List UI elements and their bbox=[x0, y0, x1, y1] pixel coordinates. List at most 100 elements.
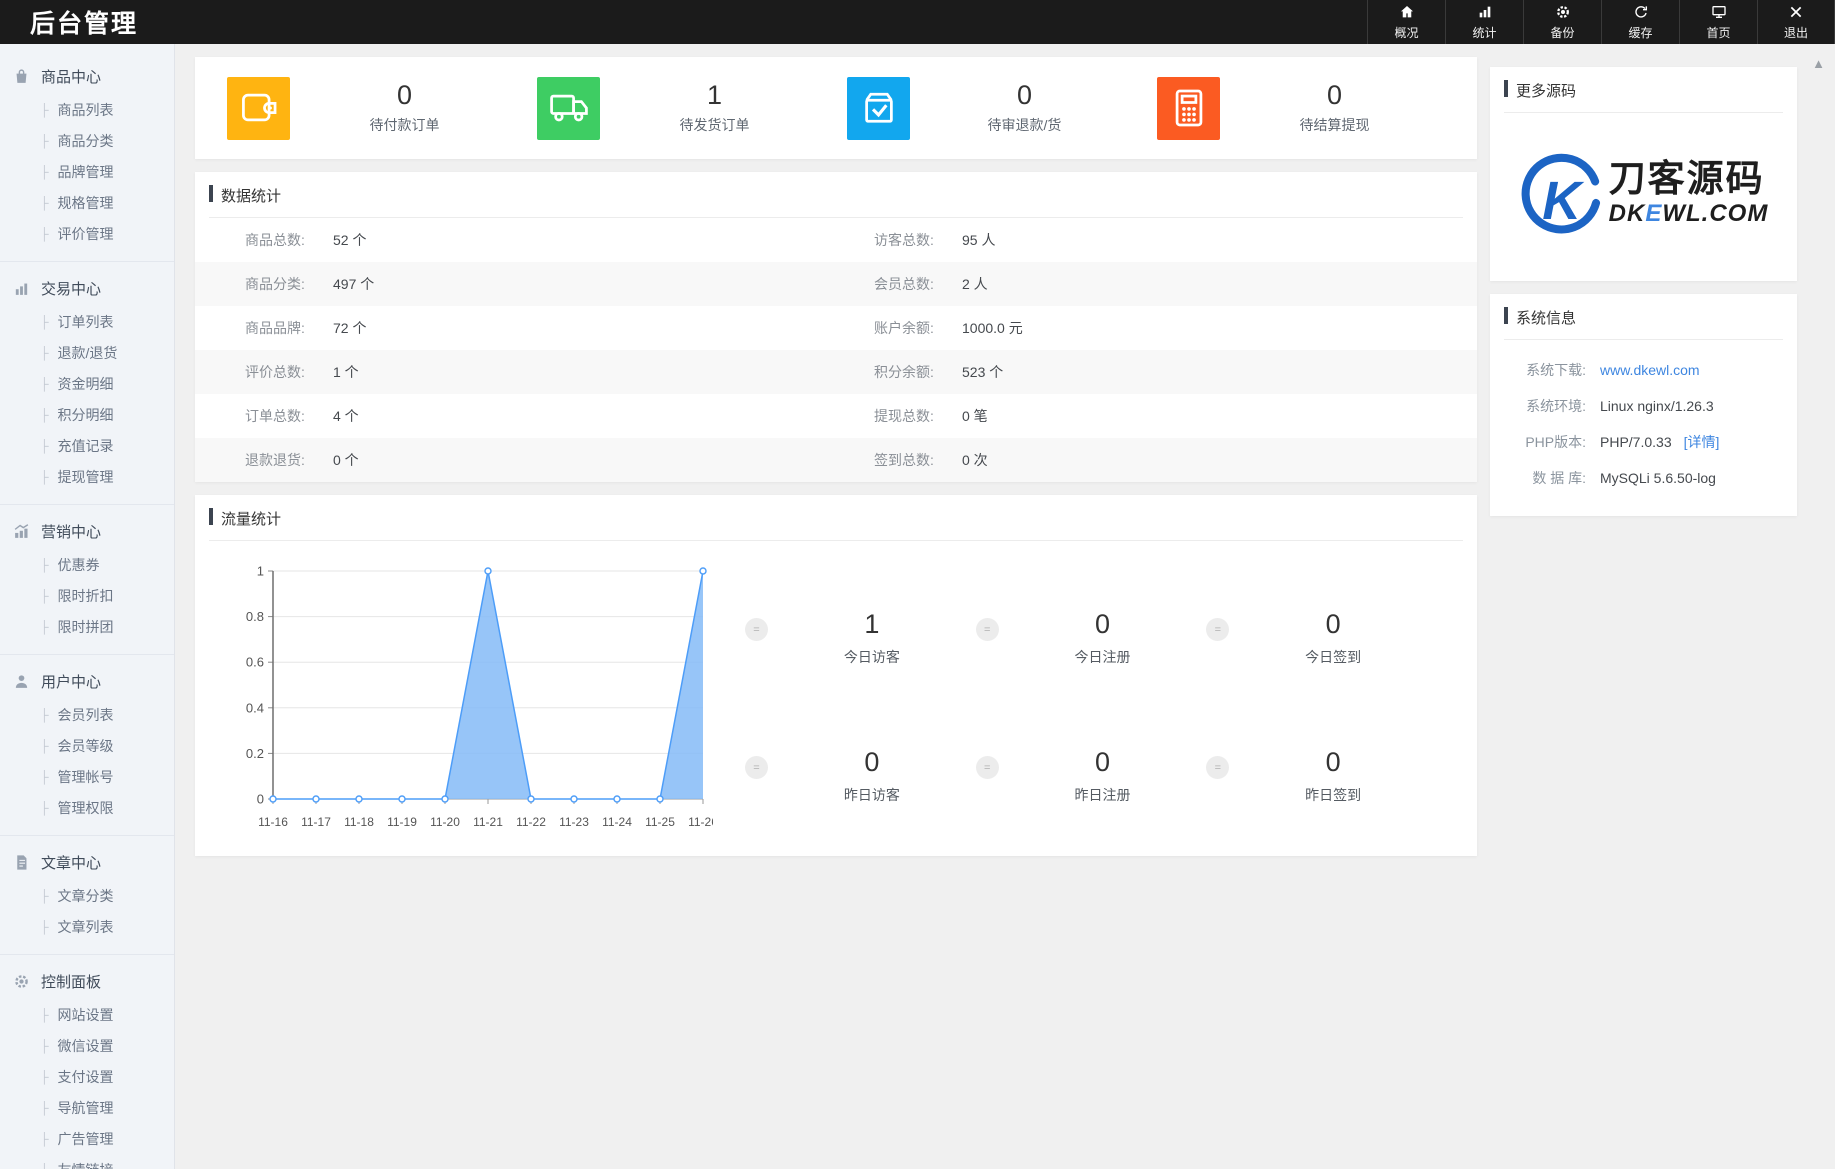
sidebar-item-order-list[interactable]: ├订单列表 bbox=[0, 306, 174, 337]
tree-branch-icon: ├ bbox=[40, 801, 49, 815]
sidebar-section-title-control-panel[interactable]: 控制面板 bbox=[0, 963, 174, 999]
traffic-stat-yesterday-checkins: =0昨日签到 bbox=[1206, 747, 1437, 805]
sidebar-item-member-level[interactable]: ├会员等级 bbox=[0, 730, 174, 761]
sidebar-section-title-article-center[interactable]: 文章中心 bbox=[0, 844, 174, 880]
traffic-stat-label: 今日签到 bbox=[1229, 647, 1437, 667]
data-stat-right: 访客总数:95 人 bbox=[836, 230, 1477, 250]
sidebar-section-title-user-center[interactable]: 用户中心 bbox=[0, 663, 174, 699]
sidebar-item-funds-detail[interactable]: ├资金明细 bbox=[0, 368, 174, 399]
traffic-chart: 00.20.40.60.8111-1611-1711-1811-1911-201… bbox=[235, 557, 715, 842]
trend-icon bbox=[13, 523, 30, 540]
sidebar-item-recharge-records[interactable]: ├充值记录 bbox=[0, 430, 174, 461]
svg-text:0: 0 bbox=[257, 792, 264, 807]
nav-label-backup: 备份 bbox=[1550, 24, 1574, 41]
sidebar-item-admin-account[interactable]: ├管理帐号 bbox=[0, 761, 174, 792]
data-stat-value: 52 个 bbox=[333, 230, 366, 250]
app-logo[interactable]: 后台管理 bbox=[0, 4, 138, 40]
chart-bar-icon bbox=[13, 280, 30, 297]
wallet-icon bbox=[227, 77, 290, 140]
nav-logout[interactable]: 退出 bbox=[1757, 0, 1835, 44]
stat-card-value: 1 bbox=[600, 81, 829, 111]
system-info-value-link[interactable]: www.dkewl.com bbox=[1600, 362, 1700, 378]
stat-card-pending-refund-review: 0待审退款/货 bbox=[847, 77, 1157, 140]
sidebar-item-refund-return[interactable]: ├退款/退货 bbox=[0, 337, 174, 368]
sidebar-item-article-category[interactable]: ├文章分类 bbox=[0, 880, 174, 911]
svg-text:11-25: 11-25 bbox=[645, 815, 675, 829]
traffic-stat-block: 0昨日签到 bbox=[1229, 747, 1437, 805]
tree-branch-icon: ├ bbox=[40, 103, 49, 117]
sidebar-section-label: 商品中心 bbox=[41, 66, 101, 87]
sidebar-item-goods-category[interactable]: ├商品分类 bbox=[0, 125, 174, 156]
sidebar-item-spec-manage[interactable]: ├规格管理 bbox=[0, 187, 174, 218]
sidebar-item-label: 会员等级 bbox=[58, 736, 114, 756]
nav-cache[interactable]: 缓存 bbox=[1601, 0, 1679, 44]
data-stat-label: 积分余额: bbox=[874, 362, 962, 382]
sidebar-item-points-detail[interactable]: ├积分明细 bbox=[0, 399, 174, 430]
traffic-title: 流量统计 bbox=[209, 495, 1463, 541]
sidebar-item-goods-list[interactable]: ├商品列表 bbox=[0, 94, 174, 125]
sidebar-item-flash-discount[interactable]: ├限时折扣 bbox=[0, 580, 174, 611]
sidebar-item-coupons[interactable]: ├优惠券 bbox=[0, 549, 174, 580]
data-stat-label: 订单总数: bbox=[245, 406, 333, 426]
traffic-stats: =1今日访客=0今日注册=0今日签到=0昨日访客=0昨日注册=0昨日签到 bbox=[715, 557, 1467, 842]
sidebar-section-title-marketing-center[interactable]: 营销中心 bbox=[0, 513, 174, 549]
sidebar-item-label: 友情链接 bbox=[58, 1160, 114, 1169]
sidebar-item-member-list[interactable]: ├会员列表 bbox=[0, 699, 174, 730]
traffic-stat-label: 今日访客 bbox=[768, 647, 976, 667]
summary-cards-panel: 0待付款订单1待发货订单0待审退款/货0待结算提现 bbox=[195, 57, 1477, 159]
sidebar-item-label: 会员列表 bbox=[58, 705, 114, 725]
sidebar-section-title-trade-center[interactable]: 交易中心 bbox=[0, 270, 174, 306]
data-stat-value: 4 个 bbox=[333, 406, 359, 426]
sidebar-item-ad-manage[interactable]: ├广告管理 bbox=[0, 1123, 174, 1154]
sidebar-section-label: 控制面板 bbox=[41, 971, 101, 992]
nav-statistics[interactable]: 统计 bbox=[1445, 0, 1523, 44]
sidebar-item-admin-permission[interactable]: ├管理权限 bbox=[0, 792, 174, 823]
svg-text:K: K bbox=[1542, 171, 1585, 231]
sidebar-item-payment-settings[interactable]: ├支付设置 bbox=[0, 1061, 174, 1092]
svg-text:0.8: 0.8 bbox=[246, 609, 264, 624]
nav-label-logout: 退出 bbox=[1784, 24, 1808, 41]
dkewl-logo[interactable]: K 刀客源码 DKEWL.COM bbox=[1490, 113, 1797, 281]
system-info-row-php-version: PHP版本:PHP/7.0.33[详情] bbox=[1490, 424, 1797, 460]
svg-text:11-26: 11-26 bbox=[688, 815, 713, 829]
main-layout: 商品中心├商品列表├商品分类├品牌管理├规格管理├评价管理交易中心├订单列表├退… bbox=[0, 44, 1835, 1169]
sidebar-item-label: 评价管理 bbox=[58, 224, 114, 244]
system-info-detail-link[interactable]: [详情] bbox=[1684, 432, 1720, 452]
sidebar-item-article-list[interactable]: ├文章列表 bbox=[0, 911, 174, 942]
sidebar-item-wechat-settings[interactable]: ├微信设置 bbox=[0, 1030, 174, 1061]
top-nav: 概况统计备份 缓存首页退出 bbox=[1367, 0, 1835, 44]
sidebar-section-label: 交易中心 bbox=[41, 278, 101, 299]
svg-text:0.6: 0.6 bbox=[246, 655, 264, 670]
sidebar-section-label: 营销中心 bbox=[41, 521, 101, 542]
main-content: 0待付款订单1待发货订单0待审退款/货0待结算提现 数据统计 商品总数:52 个… bbox=[175, 44, 1835, 1169]
dkewl-brand-cn: 刀客源码 bbox=[1609, 160, 1769, 199]
equals-badge-icon: = bbox=[745, 618, 768, 641]
tree-branch-icon: ├ bbox=[40, 377, 49, 391]
system-info-title: 系统信息 bbox=[1504, 294, 1783, 340]
nav-overview[interactable]: 概况 bbox=[1367, 0, 1445, 44]
sidebar-item-nav-manage[interactable]: ├导航管理 bbox=[0, 1092, 174, 1123]
data-stat-value: 95 人 bbox=[962, 230, 995, 250]
svg-text:11-16: 11-16 bbox=[258, 815, 288, 829]
equals-badge-icon: = bbox=[976, 618, 999, 641]
sidebar-item-site-settings[interactable]: ├网站设置 bbox=[0, 999, 174, 1030]
sidebar-item-friend-links[interactable]: ├友情链接 bbox=[0, 1154, 174, 1169]
box-check-icon bbox=[847, 77, 910, 140]
system-info-value: MySQLi 5.6.50-log bbox=[1600, 470, 1716, 486]
sidebar-item-label: 商品分类 bbox=[58, 131, 114, 151]
sidebar-item-group-buy[interactable]: ├限时拼团 bbox=[0, 611, 174, 642]
tree-branch-icon: ├ bbox=[40, 558, 49, 572]
sidebar-item-withdrawal-manage[interactable]: ├提现管理 bbox=[0, 461, 174, 492]
equals-badge-icon: = bbox=[1206, 756, 1229, 779]
sidebar-item-review-manage[interactable]: ├评价管理 bbox=[0, 218, 174, 249]
scroll-top-button[interactable]: ▲ bbox=[1812, 56, 1825, 71]
nav-backup[interactable]: 备份 bbox=[1523, 0, 1601, 44]
data-stats-rows: 商品总数:52 个访客总数:95 人商品分类:497 个会员总数:2 人商品品牌… bbox=[195, 218, 1477, 482]
sidebar-section-title-goods-center[interactable]: 商品中心 bbox=[0, 58, 174, 94]
gear-icon bbox=[13, 973, 30, 990]
data-stat-label: 提现总数: bbox=[874, 406, 962, 426]
sidebar-section-user-center: 用户中心├会员列表├会员等级├管理帐号├管理权限 bbox=[0, 655, 174, 836]
nav-homepage[interactable]: 首页 bbox=[1679, 0, 1757, 44]
sidebar-item-brand-manage[interactable]: ├品牌管理 bbox=[0, 156, 174, 187]
more-source-panel: 更多源码 K 刀客源码 DKEWL.COM bbox=[1490, 67, 1797, 281]
